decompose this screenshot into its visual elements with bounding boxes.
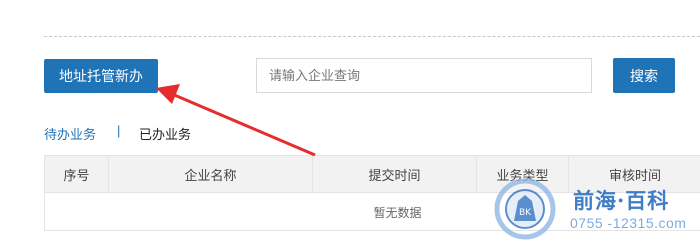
watermark-phone: 0755 -12315.com xyxy=(570,215,687,231)
watermark-logo-icon: BK xyxy=(494,178,556,240)
watermark-title: 前海·百科 xyxy=(573,188,670,213)
svg-text:BK: BK xyxy=(519,208,532,218)
